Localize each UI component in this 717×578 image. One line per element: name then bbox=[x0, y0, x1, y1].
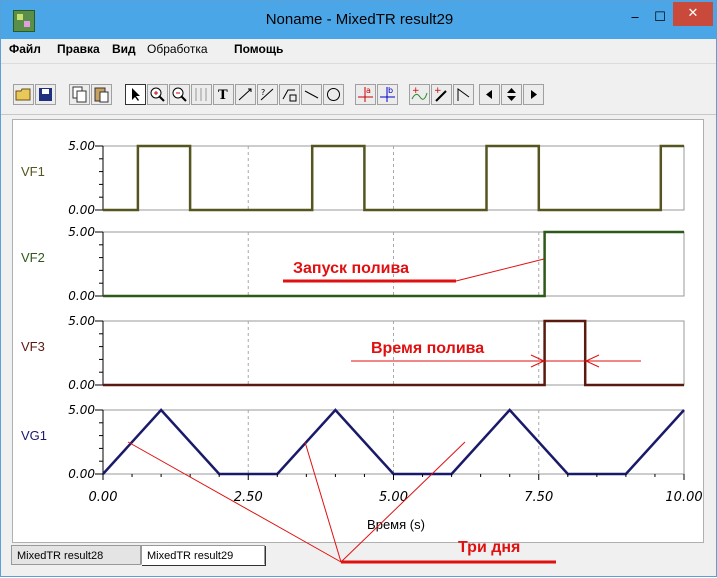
annotation-start-watering: Запуск полива bbox=[293, 260, 409, 277]
annotation-pointer bbox=[127, 441, 342, 563]
annotation-watering-time: Время полива bbox=[371, 340, 484, 357]
annotation-three-days: Три дня bbox=[458, 539, 520, 556]
x-tick-label: 0.00 bbox=[89, 490, 118, 505]
y-tick-label: 0.00 bbox=[68, 378, 95, 392]
chart-svg: 5.00 0.00 VF1 5.00 0.00 VF2 5.00 0.00 VF3 5.00 0.0… bbox=[21, 139, 703, 564]
series-label: VF3 bbox=[21, 339, 45, 354]
annotation-pointer bbox=[304, 441, 342, 563]
annotation-pointer bbox=[455, 258, 545, 282]
y-tick-label: 5.00 bbox=[68, 403, 95, 417]
series-label: VG1 bbox=[21, 428, 47, 443]
x-tick-label: 7.50 bbox=[524, 490, 553, 505]
x-tick-label: 10.00 bbox=[665, 490, 702, 505]
series-label: VF1 bbox=[21, 164, 45, 179]
y-tick-label: 0.00 bbox=[68, 203, 95, 217]
y-tick-label: 5.00 bbox=[68, 225, 95, 239]
tab-result29[interactable]: MixedTR result29 bbox=[141, 545, 265, 565]
app-window: Noname - MixedTR result29 ‒ ☐ ✕ Файл Пра… bbox=[0, 0, 717, 577]
y-tick-label: 5.00 bbox=[68, 314, 95, 328]
x-tick-label: 2.50 bbox=[234, 490, 263, 505]
annotation-pointer bbox=[340, 441, 466, 563]
y-tick-label: 5.00 bbox=[68, 139, 95, 153]
x-tick-label: 5.00 bbox=[379, 490, 408, 505]
y-tick-label: 0.00 bbox=[68, 467, 95, 481]
series-label: VF2 bbox=[21, 250, 45, 265]
y-tick-label: 0.00 bbox=[68, 289, 95, 303]
tab-result28[interactable]: MixedTR result28 bbox=[11, 545, 141, 565]
x-axis-label: Время (s) bbox=[367, 517, 425, 532]
